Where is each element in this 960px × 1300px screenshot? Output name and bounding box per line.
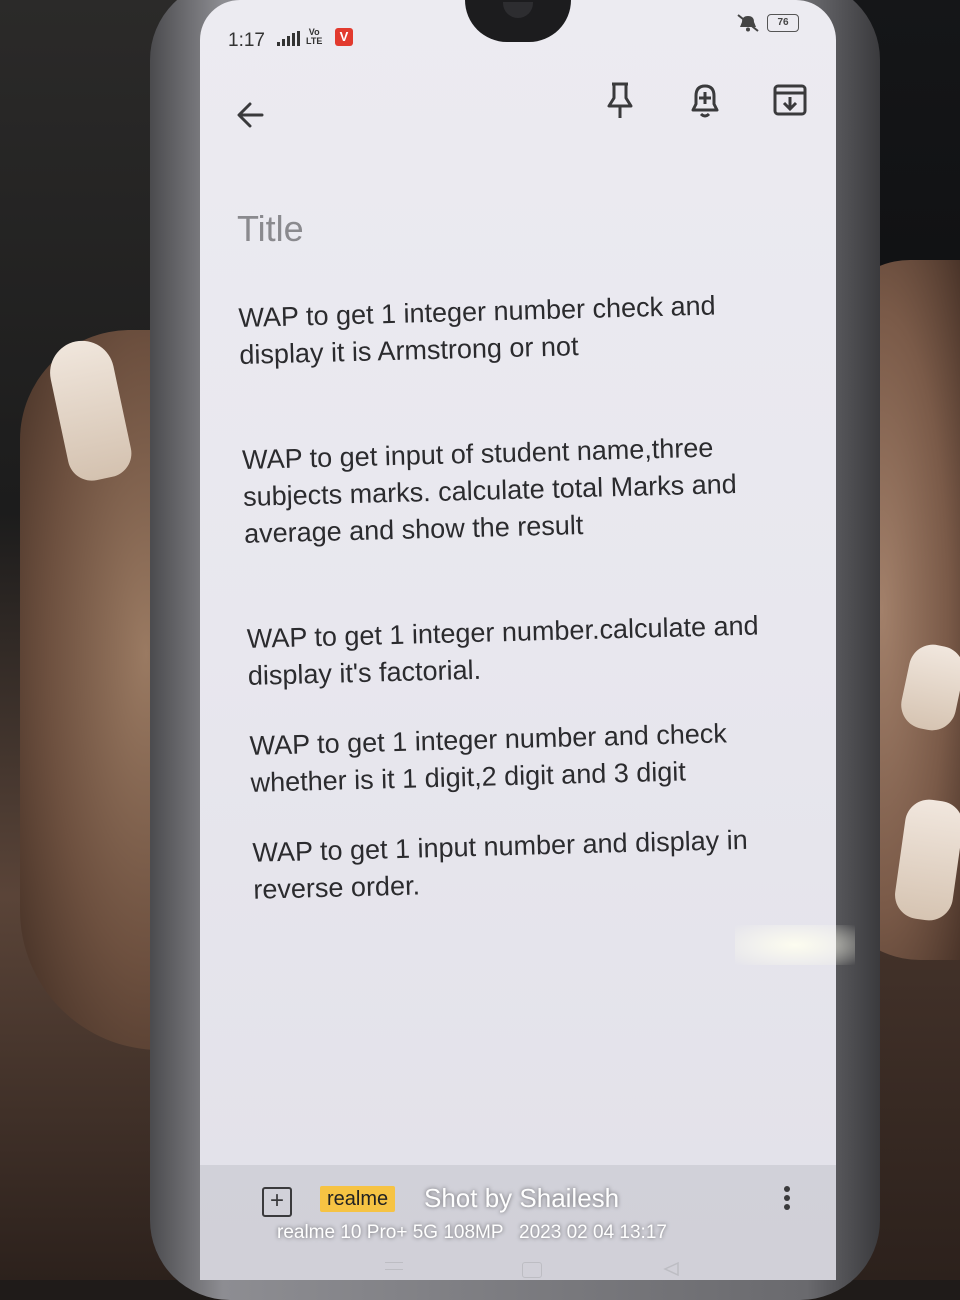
watermark-device: realme 10 Pro+ 5G 108MP [277,1222,504,1243]
nav-home-icon[interactable] [522,1262,542,1278]
back-arrow-icon[interactable] [230,95,270,135]
more-vert-icon[interactable] [778,1183,796,1217]
archive-icon[interactable] [770,78,810,122]
phone-screen: 1:17 Vo LTE V 76 Title WAP to get 1 inte… [200,0,836,1280]
nav-menu-icon[interactable] [385,1262,403,1270]
status-time: 1:17 [228,30,265,51]
note-body-text[interactable]: WAP to get 1 integer number check and di… [238,285,814,908]
add-box-icon[interactable]: + [262,1187,292,1217]
note-title-input[interactable]: Title [237,208,304,250]
watermark-brand: realme [320,1186,396,1212]
note-paragraph: WAP to get input of student name,three s… [241,432,738,549]
battery-icon: 76 [767,14,799,32]
watermark-datetime: 2023 02 04 13:17 [519,1222,667,1243]
watermark-meta: realme 10 Pro+ 5G 108MP 2023 02 04 13:17 [277,1222,667,1244]
nav-back-icon[interactable] [662,1261,680,1277]
app-notification-icon: V [335,28,353,46]
volte-icon: Vo LTE [306,27,323,46]
note-paragraph: WAP to get 1 integer number check and di… [238,290,716,370]
note-paragraph: WAP to get 1 input number and display in… [252,824,748,905]
signal-icon [277,31,300,46]
note-paragraph: WAP to get 1 integer number and check wh… [249,718,728,798]
add-reminder-icon[interactable] [685,78,725,122]
pin-icon[interactable] [600,78,640,122]
mute-icon [737,14,759,32]
watermark-shot-by: Shot by Shailesh [424,1183,620,1213]
light-glare [735,925,855,965]
note-paragraph: WAP to get 1 integer number.calculate an… [246,610,759,691]
